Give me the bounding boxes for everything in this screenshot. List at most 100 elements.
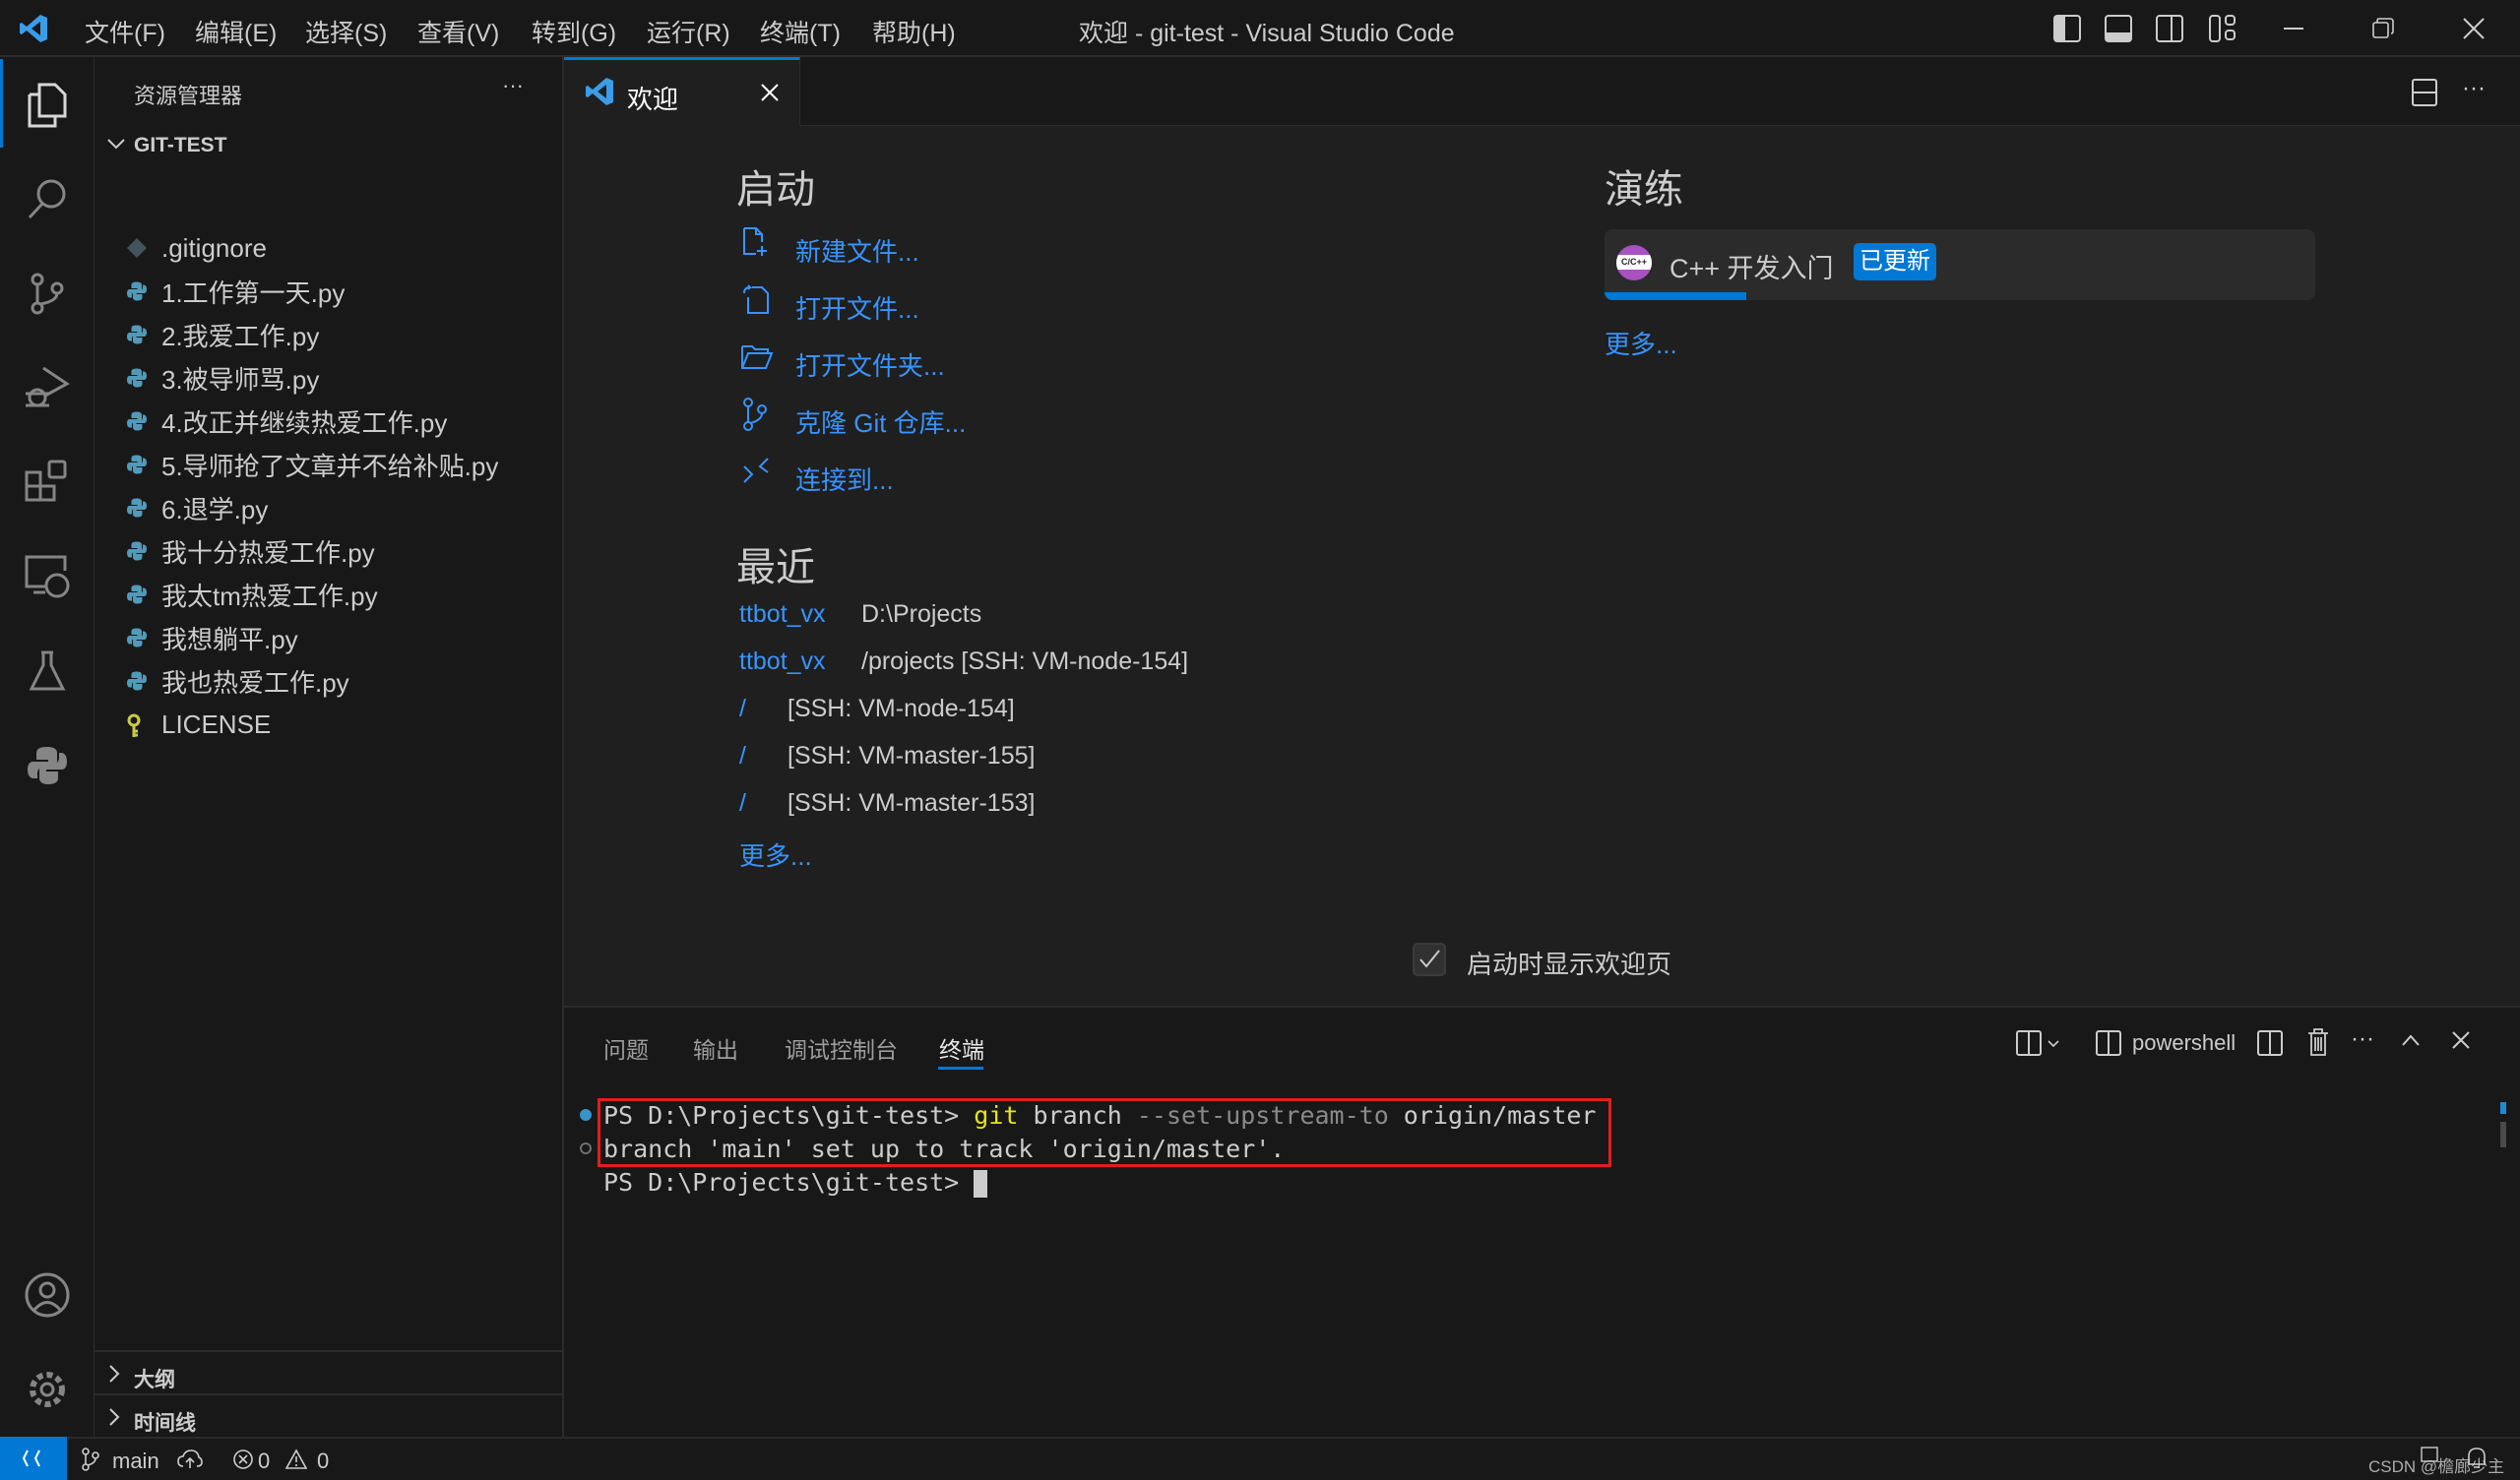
testing-icon[interactable] [18, 642, 77, 701]
file-item[interactable]: 我也热爱工作.py [94, 659, 562, 703]
remote-connect-icon [740, 455, 774, 488]
source-control-icon[interactable] [18, 264, 77, 323]
walkthrough-card[interactable]: C/C++ C++ 开发入门 已更新 [1605, 229, 2315, 300]
menu-selection[interactable]: 选择(S) [305, 14, 387, 49]
recent-item-path: [SSH: VM-master-153] [788, 789, 1036, 817]
close-window-icon[interactable] [2463, 18, 2485, 39]
search-icon[interactable] [18, 169, 77, 228]
git-clone-icon [740, 398, 774, 431]
start-item-label: 克隆 Git 仓库... [795, 408, 967, 438]
trash-icon[interactable] [2306, 1027, 2330, 1057]
menu-edit[interactable]: 编辑(E) [195, 14, 277, 49]
errors-icon[interactable] [232, 1449, 254, 1470]
terminal-scrollbar[interactable] [2500, 1122, 2506, 1147]
toggle-primary-sidebar-icon[interactable] [2053, 15, 2081, 42]
close-tab-icon[interactable] [761, 84, 779, 101]
menu-view[interactable]: 查看(V) [417, 14, 499, 49]
outline-section[interactable]: 大纲 [94, 1354, 562, 1393]
start-item[interactable]: 克隆 Git 仓库... [740, 398, 1036, 438]
close-panel-icon[interactable] [2452, 1031, 2470, 1049]
command-dot-icon[interactable] [580, 1142, 592, 1154]
restore-icon[interactable] [2372, 18, 2394, 39]
warning-count[interactable]: 0 [317, 1449, 329, 1474]
start-item[interactable]: 打开文件夹... [740, 340, 1036, 381]
file-item[interactable]: LICENSE [94, 703, 562, 746]
file-item[interactable]: .gitignore [94, 226, 562, 270]
tab-terminal[interactable]: 终端 [939, 1031, 984, 1065]
split-editor-icon[interactable] [2412, 79, 2437, 106]
tab-welcome[interactable]: 欢迎 [564, 57, 800, 126]
new-terminal-split-icon[interactable] [2016, 1029, 2065, 1057]
run-debug-icon[interactable] [18, 358, 77, 417]
more-actions-icon[interactable]: ··· [502, 73, 524, 98]
start-item[interactable]: 打开文件... [740, 283, 1036, 324]
command-success-dot-icon[interactable] [580, 1109, 592, 1121]
menu-file[interactable]: 文件(F) [85, 14, 165, 49]
file-item[interactable]: 6.退学.py [94, 486, 562, 529]
more-actions-icon[interactable]: ··· [2351, 1025, 2374, 1053]
toggle-secondary-sidebar-icon[interactable] [2156, 15, 2183, 42]
recent-item-name[interactable]: ttbot_vx [739, 648, 826, 675]
file-item[interactable]: 我十分热爱工作.py [94, 529, 562, 573]
recent-item-name[interactable]: / [739, 695, 746, 722]
start-item[interactable]: 新建文件... [740, 226, 1036, 267]
recent-more-link[interactable]: 更多... [739, 836, 812, 873]
file-item[interactable]: 3.被导师骂.py [94, 356, 562, 400]
maximize-panel-icon[interactable] [2401, 1033, 2421, 1047]
file-item[interactable]: 1.工作第一天.py [94, 270, 562, 313]
explorer-icon[interactable] [18, 75, 77, 134]
walkthrough-more-link[interactable]: 更多... [1605, 325, 1677, 361]
customize-layout-icon[interactable] [2209, 15, 2236, 42]
minimize-icon[interactable] [2284, 28, 2303, 30]
show-on-startup-checkbox[interactable] [1413, 943, 1446, 976]
warning-icon[interactable] [285, 1449, 307, 1470]
file-name: 我也热爱工作.py [161, 667, 349, 698]
recent-item-path: [SSH: VM-master-155] [788, 742, 1036, 770]
error-count[interactable]: 0 [258, 1449, 270, 1474]
remote-icon [22, 1449, 40, 1467]
chevron-right-icon [104, 1362, 124, 1386]
recent-item[interactable]: ttbot_vx/projects [SSH: VM-node-154] [739, 648, 1188, 676]
file-item[interactable]: 我想躺平.py [94, 616, 562, 659]
recent-item[interactable]: ttbot_vx D:\Projects [739, 600, 981, 629]
timeline-section[interactable]: 时间线 [94, 1397, 562, 1437]
more-actions-icon[interactable]: ··· [2462, 75, 2486, 102]
recent-item-name[interactable]: / [739, 742, 746, 770]
file-item[interactable]: 我太tm热爱工作.py [94, 573, 562, 616]
extensions-icon[interactable] [18, 453, 77, 512]
recent-item-name[interactable]: / [739, 789, 746, 817]
menu-run[interactable]: 运行(R) [647, 14, 730, 49]
sync-cloud-icon[interactable] [177, 1449, 203, 1470]
terminal-instance-icon[interactable] [2096, 1029, 2121, 1057]
file-item[interactable]: 5.导师抢了文章并不给补贴.py [94, 443, 562, 486]
recent-item[interactable]: / [SSH: VM-node-154] [739, 695, 1015, 723]
recent-item-name[interactable]: ttbot_vx [739, 600, 826, 628]
remote-indicator[interactable] [0, 1437, 67, 1480]
tab-output[interactable]: 输出 [693, 1031, 738, 1065]
folder-header[interactable]: GIT-TEST [94, 128, 562, 163]
settings-gear-icon[interactable] [18, 1360, 77, 1419]
python-icon [126, 497, 148, 519]
python-icon [126, 454, 148, 475]
chevron-down-icon [104, 132, 128, 155]
file-item[interactable]: 2.我爱工作.py [94, 313, 562, 356]
tab-debug-console[interactable]: 调试控制台 [785, 1031, 898, 1065]
window-title: 欢迎 - git-test - Visual Studio Code [1079, 20, 1455, 47]
menu-terminal[interactable]: 终端(T) [760, 14, 841, 49]
recent-item[interactable]: / [SSH: VM-master-153] [739, 789, 1035, 818]
recent-item[interactable]: / [SSH: VM-master-155] [739, 742, 1035, 771]
file-item[interactable]: 4.改正并继续热爱工作.py [94, 400, 562, 443]
menu-go[interactable]: 转到(G) [532, 14, 616, 49]
tab-problems[interactable]: 问题 [603, 1031, 649, 1065]
recent-heading: 最近 [736, 546, 815, 589]
toggle-panel-icon[interactable] [2105, 15, 2132, 42]
split-terminal-icon[interactable] [2257, 1029, 2283, 1057]
branch-name[interactable]: main [112, 1449, 159, 1474]
terminal-shell-name[interactable]: powershell [2132, 1030, 2236, 1056]
recent-item-path: /projects [SSH: VM-node-154] [861, 648, 1189, 675]
remote-explorer-icon[interactable] [18, 547, 77, 606]
start-item[interactable]: 连接到... [740, 455, 1036, 495]
accounts-icon[interactable] [18, 1265, 77, 1325]
menu-help[interactable]: 帮助(H) [872, 14, 956, 49]
python-icon[interactable] [18, 736, 77, 795]
